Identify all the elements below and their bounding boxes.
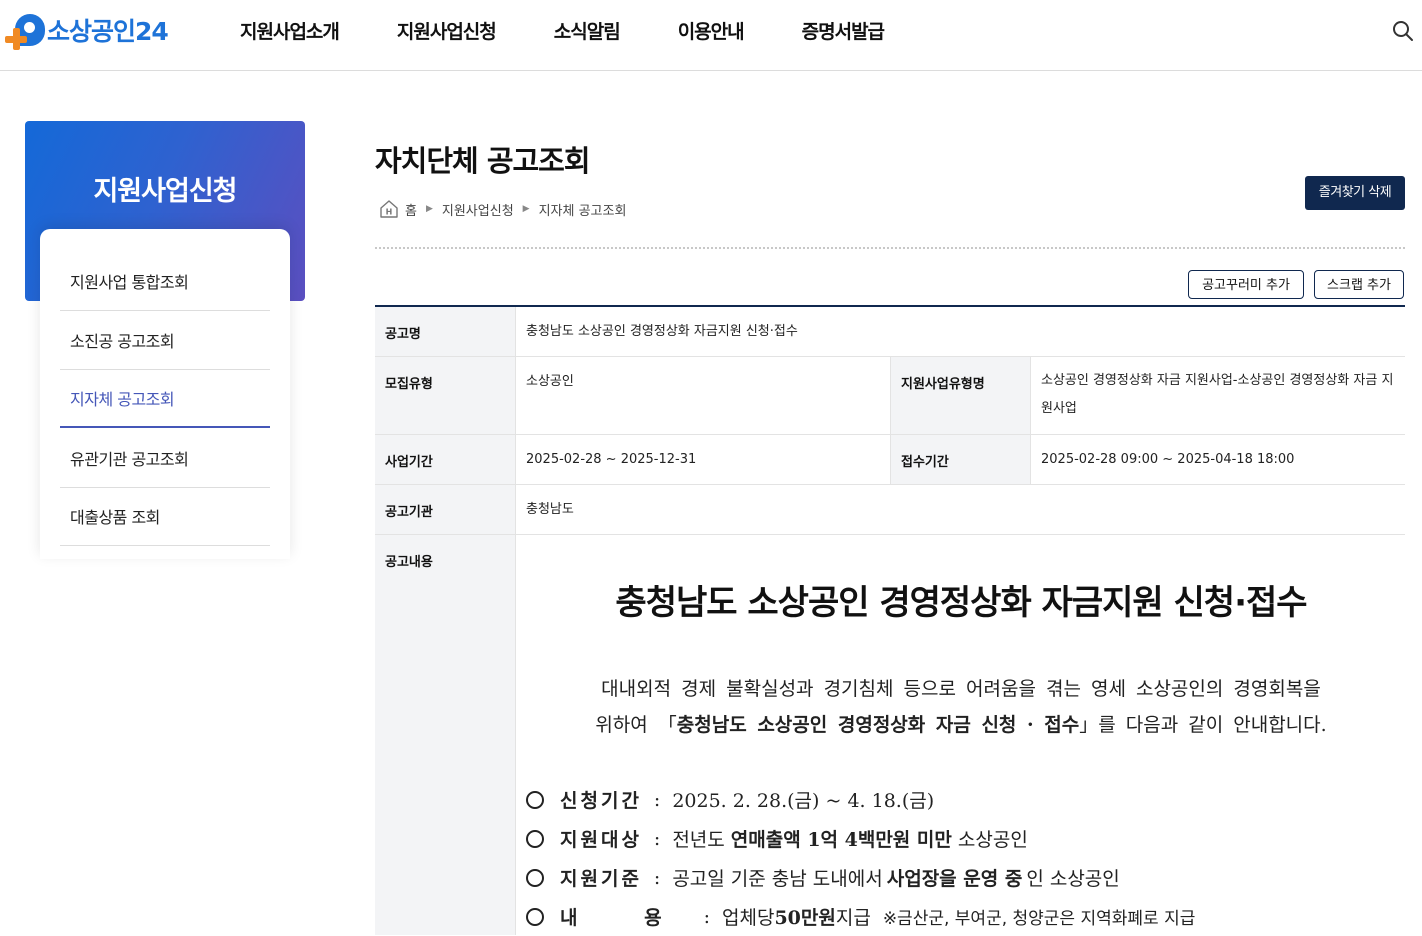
item-text-pre: 공고일 기준 충남 도내에서 bbox=[672, 868, 883, 890]
item-text-pre: 전년도 bbox=[672, 829, 725, 851]
item-text-post: 소상공인 bbox=[957, 829, 1028, 851]
add-scrap-button[interactable]: 스크랩 추가 bbox=[1314, 270, 1404, 299]
item-text-post: 지급 bbox=[835, 907, 871, 929]
nav-item-news[interactable]: 소식알림 bbox=[554, 17, 621, 44]
intro-line-2-post: 」를 다음과 같이 안내합니다. bbox=[1079, 714, 1327, 736]
intro-line-2-bold: 충청남도 소상공인 경영정상화 자금 신청 · 접수 bbox=[676, 714, 1080, 736]
site-logo[interactable]: 소상공인24 bbox=[5, 10, 169, 50]
divider bbox=[375, 247, 1405, 249]
document-intro: 대내외적 경제 불확실성과 경기침체 등으로 어려움을 겪는 영세 소상공인의 … bbox=[541, 671, 1381, 743]
list-item: 지원기준 : 공고일 기준 충남 도내에서 사업장을 운영 중인 소상공인 bbox=[526, 858, 1396, 897]
item-label: 지원대상 bbox=[560, 829, 642, 851]
apply-period-label: 접수기간 bbox=[890, 435, 1030, 484]
item-label: 지원기준 bbox=[560, 868, 642, 890]
item-text-bold: 사업장을 운영 중 bbox=[886, 868, 1023, 890]
breadcrumb-home[interactable]: 홈 bbox=[405, 200, 417, 219]
circle-bullet-icon bbox=[526, 829, 544, 848]
breadcrumb-separator-icon: ▶ bbox=[522, 204, 530, 214]
item-label: 내 용 bbox=[560, 907, 692, 929]
home-icon[interactable]: H bbox=[379, 199, 399, 219]
breadcrumb-separator-icon: ▶ bbox=[425, 204, 433, 214]
add-bookmark-bundle-button[interactable]: 공고꾸러미 추가 bbox=[1188, 270, 1304, 299]
circle-bullet-icon bbox=[526, 907, 544, 926]
site-header: 소상공인24 지원사업소개 지원사업신청 소식알림 이용안내 증명서발급 bbox=[0, 0, 1422, 71]
sidebar-item-loan[interactable]: 대출상품 조회 bbox=[60, 489, 270, 546]
notice-name-label: 공고명 bbox=[375, 307, 515, 356]
table-row: 모집유형 소상공인 지원사업유형명 소상공인 경영정상화 자금 지원사업-소상공… bbox=[375, 357, 1405, 435]
sidebar-item-local-gov[interactable]: 지자체 공고조회 bbox=[60, 371, 270, 428]
agency-label: 공고기관 bbox=[375, 485, 515, 534]
item-colon: : bbox=[653, 788, 661, 811]
circle-bullet-icon bbox=[526, 790, 544, 809]
item-text-pre: 업체당 bbox=[721, 907, 775, 929]
breadcrumb-current[interactable]: 지자체 공고조회 bbox=[539, 200, 627, 219]
intro-line-1: 대내외적 경제 불확실성과 경기침체 등으로 어려움을 겪는 영세 소상공인의 … bbox=[601, 678, 1321, 700]
period-label: 사업기간 bbox=[375, 435, 515, 484]
sidebar-menu: 지원사업 통합조회 소진공 공고조회 지자체 공고조회 유관기관 공고조회 대출… bbox=[40, 229, 290, 559]
agency-value: 충청남도 bbox=[515, 485, 1405, 534]
nav-item-apply[interactable]: 지원사업신청 bbox=[397, 17, 497, 44]
logo-icon bbox=[5, 10, 45, 50]
document-title: 충청남도 소상공인 경영정상화 자금지원 신청·접수 bbox=[615, 583, 1307, 623]
search-icon[interactable] bbox=[1392, 20, 1414, 42]
item-text: 2025. 2. 28.(금) ~ 4. 18.(금) bbox=[672, 790, 935, 812]
favorite-remove-button[interactable]: 즐겨찾기 삭제 bbox=[1305, 176, 1405, 210]
table-row: 사업기간 2025-02-28 ~ 2025-12-31 접수기간 2025-0… bbox=[375, 435, 1405, 485]
item-colon: : bbox=[703, 905, 710, 928]
sidebar-item-related-org[interactable]: 유관기관 공고조회 bbox=[60, 431, 270, 488]
sidebar-item-semas[interactable]: 소진공 공고조회 bbox=[60, 313, 270, 370]
notice-info-table: 공고명 충청남도 소상공인 경영정상화 자금지원 신청·접수 모집유형 소상공인… bbox=[375, 305, 1405, 935]
document-item-list: 신청기간 : 2025. 2. 28.(금) ~ 4. 18.(금) 지원대상 … bbox=[526, 780, 1396, 936]
nav-item-intro[interactable]: 지원사업소개 bbox=[240, 17, 340, 44]
table-row: 공고기관 충청남도 bbox=[375, 485, 1405, 535]
program-type-value: 소상공인 경영정상화 자금 지원사업-소상공인 경영정상화 자금 지원사업 bbox=[1030, 357, 1405, 434]
sidebar-title: 지원사업신청 bbox=[93, 176, 237, 207]
notice-content-body: 충청남도 소상공인 경영정상화 자금지원 신청·접수 대내외적 경제 불확실성과… bbox=[515, 535, 1405, 935]
notice-content-row: 공고내용 충청남도 소상공인 경영정상화 자금지원 신청·접수 대내외적 경제 … bbox=[375, 535, 1405, 935]
item-text-bold: 연매출액 1억 4백만원 미만 bbox=[730, 829, 952, 851]
nav-item-guide[interactable]: 이용안내 bbox=[678, 17, 745, 44]
recruit-type-value: 소상공인 bbox=[515, 357, 890, 434]
recruit-type-label: 모집유형 bbox=[375, 357, 515, 434]
breadcrumb: H 홈 ▶ 지원사업신청 ▶ 지자체 공고조회 bbox=[379, 198, 626, 220]
intro-line-2-pre: 위하여 「 bbox=[595, 714, 677, 736]
logo-text: 소상공인24 bbox=[47, 17, 169, 46]
item-note: ※금산군, 부여군, 청양군은 지역화폐로 지급 bbox=[882, 909, 1196, 929]
list-item: 내 용 : 업체당 50만원 지급 ※금산군, 부여군, 청양군은 지역화폐로 … bbox=[526, 897, 1396, 936]
main-nav: 지원사업소개 지원사업신청 소식알림 이용안내 증명서발급 bbox=[240, 0, 942, 60]
notice-name-value: 충청남도 소상공인 경영정상화 자금지원 신청·접수 bbox=[515, 307, 1405, 356]
breadcrumb-apply[interactable]: 지원사업신청 bbox=[442, 200, 514, 219]
svg-text:H: H bbox=[386, 208, 393, 217]
item-colon: : bbox=[653, 866, 661, 889]
page-title: 자치단체 공고조회 bbox=[375, 144, 591, 178]
program-type-label: 지원사업유형명 bbox=[890, 357, 1030, 434]
list-item: 지원대상 : 전년도 연매출액 1억 4백만원 미만 소상공인 bbox=[526, 819, 1396, 858]
item-text-bold: 50만원 bbox=[774, 907, 836, 929]
circle-bullet-icon bbox=[526, 868, 544, 887]
item-text-post: 인 소상공인 bbox=[1026, 868, 1120, 890]
list-item: 신청기간 : 2025. 2. 28.(금) ~ 4. 18.(금) bbox=[526, 780, 1396, 819]
apply-period-value: 2025-02-28 09:00 ~ 2025-04-18 18:00 bbox=[1030, 435, 1405, 484]
sidebar-item-integrated[interactable]: 지원사업 통합조회 bbox=[60, 254, 270, 311]
period-value: 2025-02-28 ~ 2025-12-31 bbox=[515, 435, 890, 484]
nav-item-certificate[interactable]: 증명서발급 bbox=[802, 17, 885, 44]
content-label: 공고내용 bbox=[375, 535, 515, 935]
table-row: 공고명 충청남도 소상공인 경영정상화 자금지원 신청·접수 bbox=[375, 307, 1405, 357]
item-label: 신청기간 bbox=[560, 790, 642, 812]
item-colon: : bbox=[653, 827, 661, 850]
